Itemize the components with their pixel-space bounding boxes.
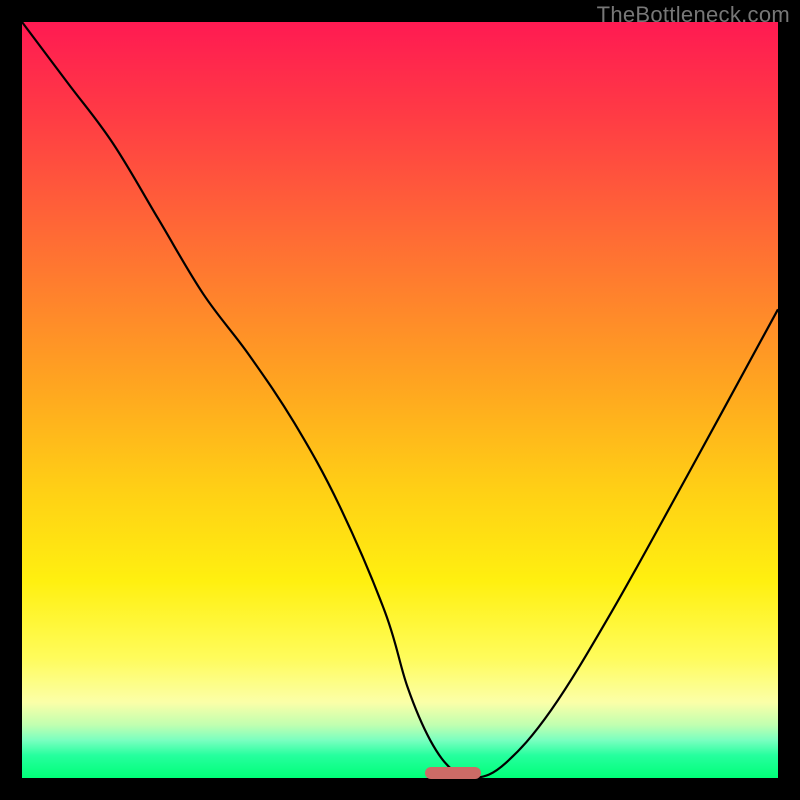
curve-path <box>22 22 778 778</box>
optimal-marker <box>425 767 482 779</box>
bottleneck-curve <box>22 22 778 778</box>
chart-frame: TheBottleneck.com <box>0 0 800 800</box>
watermark-label: TheBottleneck.com <box>597 2 790 28</box>
plot-area <box>22 22 778 778</box>
